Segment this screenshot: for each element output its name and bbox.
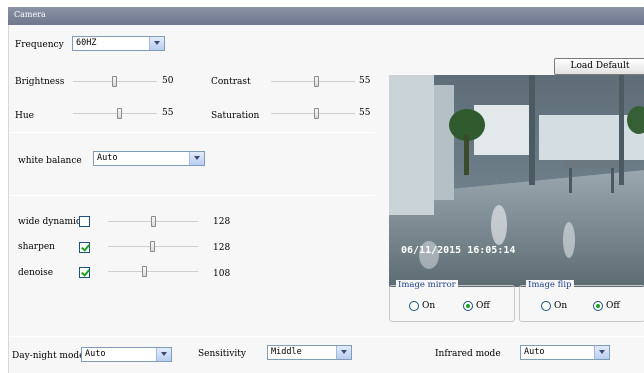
- contrast-label: Contrast: [211, 77, 251, 87]
- panel-title: Camera: [8, 7, 644, 25]
- saturation-label: Saturation: [211, 111, 260, 121]
- denoise-label: denoise: [18, 268, 54, 278]
- chevron-down-icon[interactable]: [336, 346, 351, 359]
- sharpen-value: 128: [213, 243, 231, 253]
- white-balance-select[interactable]: Auto: [93, 151, 205, 166]
- image-mirror-on-label: On: [422, 301, 436, 311]
- brightness-slider-thumb[interactable]: [112, 76, 117, 87]
- denoise-slider-track[interactable]: [108, 271, 198, 272]
- camera-settings-panel: Frequency 60HZ Brightness 50 Contrast 55…: [8, 25, 644, 373]
- image-flip-on-radio[interactable]: [541, 301, 551, 311]
- chevron-down-icon[interactable]: [189, 152, 204, 165]
- wide-dynamic-label: wide dynamic: [18, 217, 81, 227]
- chevron-down-icon[interactable]: [594, 346, 609, 359]
- divider: [9, 195, 375, 196]
- denoise-value: 108: [213, 269, 231, 279]
- frequency-value: 60HZ: [76, 38, 97, 48]
- load-default-button[interactable]: Load Default: [554, 58, 644, 75]
- denoise-slider-thumb[interactable]: [142, 266, 147, 277]
- saturation-slider-track[interactable]: [271, 113, 355, 114]
- chevron-down-icon[interactable]: [149, 37, 164, 50]
- sharpen-label: sharpen: [18, 242, 55, 252]
- brightness-label: Brightness: [15, 77, 65, 87]
- infrared-mode-label: Infrared mode: [435, 349, 501, 359]
- saturation-slider-thumb[interactable]: [314, 108, 319, 119]
- image-flip-off-radio[interactable]: [593, 301, 603, 311]
- white-balance-value: Auto: [97, 153, 118, 163]
- image-mirror-on-radio[interactable]: [409, 301, 419, 311]
- contrast-value: 55: [359, 76, 371, 86]
- hue-value: 55: [162, 108, 174, 118]
- frequency-label: Frequency: [15, 40, 64, 50]
- hue-slider-thumb[interactable]: [117, 108, 122, 119]
- frequency-select[interactable]: 60HZ: [72, 36, 165, 51]
- video-timestamp: 06/11/2015 16:05:14: [401, 245, 516, 256]
- sharpen-slider-thumb[interactable]: [150, 241, 155, 252]
- divider: [9, 132, 375, 133]
- wide-dynamic-value: 128: [213, 217, 231, 227]
- hue-label: Hue: [15, 111, 34, 121]
- denoise-checkbox[interactable]: [79, 267, 90, 278]
- chevron-down-icon[interactable]: [156, 348, 171, 361]
- sensitivity-value: Middle: [271, 347, 302, 357]
- saturation-value: 55: [359, 108, 371, 118]
- infrared-mode-value: Auto: [524, 347, 545, 357]
- image-flip-legend: Image flip: [526, 280, 574, 290]
- sharpen-checkbox[interactable]: [79, 242, 90, 253]
- wide-dynamic-slider-thumb[interactable]: [151, 216, 156, 227]
- brightness-value: 50: [162, 76, 174, 86]
- image-mirror-off-radio[interactable]: [463, 301, 473, 311]
- infrared-mode-select[interactable]: Auto: [520, 345, 610, 360]
- wide-dynamic-checkbox[interactable]: [79, 216, 90, 227]
- image-flip-on-label: On: [554, 301, 568, 311]
- day-night-mode-value: Auto: [85, 349, 106, 359]
- sensitivity-select[interactable]: Middle: [267, 345, 352, 360]
- white-balance-label: white balance: [18, 156, 82, 166]
- video-preview: 06/11/2015 16:05:14: [389, 75, 644, 287]
- hue-slider-track[interactable]: [73, 113, 157, 114]
- day-night-mode-label: Day-night mode: [12, 351, 85, 361]
- image-flip-off-label: Off: [606, 301, 620, 311]
- image-mirror-group: Image mirror On Off: [389, 280, 515, 322]
- divider: [9, 336, 644, 337]
- sensitivity-label: Sensitivity: [198, 349, 246, 359]
- image-mirror-off-label: Off: [476, 301, 490, 311]
- image-flip-group: Image flip On Off: [519, 280, 644, 322]
- day-night-mode-select[interactable]: Auto: [81, 347, 172, 362]
- image-mirror-legend: Image mirror: [396, 280, 458, 290]
- contrast-slider-thumb[interactable]: [314, 76, 319, 87]
- contrast-slider-track[interactable]: [271, 81, 355, 82]
